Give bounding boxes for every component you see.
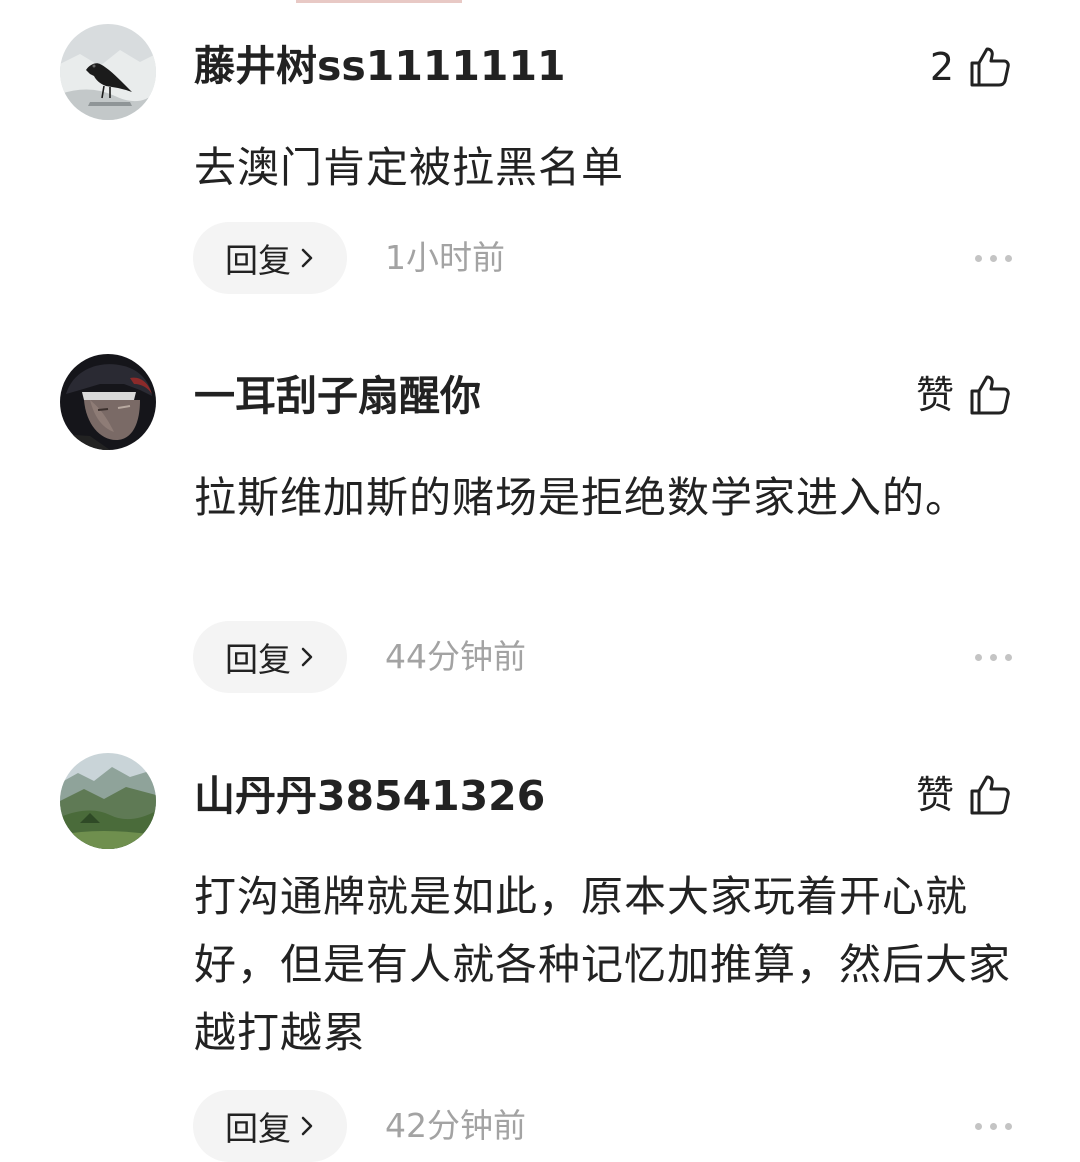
comment-text: 拉斯维加斯的赌场是拒绝数学家进入的。	[194, 473, 969, 522]
crow-avatar-image	[60, 24, 156, 120]
username[interactable]: 山丹丹38541326	[194, 776, 545, 817]
more-dots-icon[interactable]	[975, 654, 1012, 661]
username[interactable]: 藤井树ss1111111	[194, 46, 566, 87]
reply-label: 回复	[225, 640, 291, 679]
like-count: 2	[929, 45, 954, 89]
avatar[interactable]	[60, 24, 156, 120]
anime-character-avatar-image	[60, 354, 156, 450]
reply-button[interactable]: 回复	[193, 621, 347, 693]
like-label: 赞	[915, 773, 954, 817]
comment-time: 1小时前	[385, 238, 505, 277]
reply-label: 回复	[225, 241, 291, 280]
thumbs-up-icon	[970, 375, 1010, 415]
mountain-landscape-avatar-image	[60, 753, 156, 849]
chevron-right-icon	[301, 1116, 313, 1136]
comment-time: 44分钟前	[385, 637, 526, 676]
top-accent-bar	[296, 0, 462, 3]
avatar[interactable]	[60, 354, 156, 450]
like-button[interactable]: 2	[930, 42, 1012, 92]
like-button[interactable]: 赞	[916, 770, 1012, 820]
like-label: 赞	[915, 373, 954, 417]
reply-button[interactable]: 回复	[193, 1090, 347, 1162]
comment-time: 42分钟前	[385, 1106, 526, 1145]
chevron-right-icon	[301, 248, 313, 268]
comment-text: 打沟通牌就是如此，原本大家玩着开心就好，但是有人就各种记忆加推算，然后大家越打越…	[194, 872, 1012, 1057]
reply-label: 回复	[225, 1109, 291, 1148]
thumbs-up-icon	[970, 47, 1010, 87]
username[interactable]: 一耳刮子扇醒你	[194, 376, 481, 417]
more-dots-icon[interactable]	[975, 1123, 1012, 1130]
more-dots-icon[interactable]	[975, 255, 1012, 262]
thumbs-up-icon	[970, 775, 1010, 815]
reply-button[interactable]: 回复	[193, 222, 347, 294]
like-button[interactable]: 赞	[916, 370, 1012, 420]
avatar[interactable]	[60, 753, 156, 849]
comment-text: 去澳门肯定被拉黑名单	[194, 143, 625, 192]
chevron-right-icon	[301, 647, 313, 667]
